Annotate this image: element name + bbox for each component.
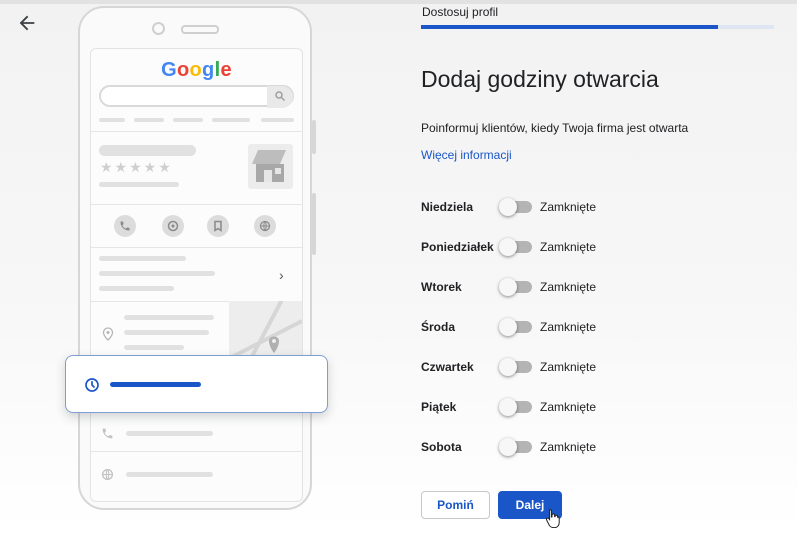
toggle-knob: [499, 238, 517, 256]
progress-fill: [421, 25, 718, 29]
placeholder-bar: [261, 118, 294, 122]
placeholder-bar: [173, 118, 203, 122]
placeholder-bar: [126, 472, 213, 477]
day-open-toggle[interactable]: [499, 238, 532, 256]
toggle-knob: [499, 278, 517, 296]
placeholder-bar: [99, 286, 174, 291]
progress-bar: [421, 25, 774, 29]
phone-camera: [152, 22, 165, 35]
placeholder-bar: [99, 118, 125, 122]
day-open-toggle[interactable]: [499, 358, 532, 376]
step-label: Dostosuj profil: [422, 5, 499, 19]
illustration-search-box: [99, 85, 294, 108]
back-arrow-icon[interactable]: [16, 12, 38, 34]
phone-icon: [114, 215, 136, 237]
skip-button[interactable]: Pomiń: [421, 491, 490, 519]
placeholder-bar: [99, 182, 179, 187]
day-row: Poniedziałek Zamknięte: [421, 236, 661, 258]
day-name: Piątek: [421, 400, 457, 414]
placeholder-bar: [99, 271, 215, 276]
placeholder-bar: [124, 345, 184, 350]
day-open-toggle[interactable]: [499, 318, 532, 336]
day-state: Zamknięte: [540, 360, 597, 374]
bookmark-icon: [207, 215, 229, 237]
placeholder-bar: [134, 118, 164, 122]
placeholder-bar: [124, 315, 214, 320]
search-icon: [275, 91, 286, 102]
hand-cursor-icon: [546, 509, 560, 528]
chevron-right-icon: ›: [279, 267, 284, 283]
day-state: Zamknięte: [540, 200, 597, 214]
phone-button: [312, 120, 316, 154]
day-open-toggle[interactable]: [499, 278, 532, 296]
directions-icon: [162, 215, 184, 237]
day-open-toggle[interactable]: [499, 438, 532, 456]
placeholder-bar: [126, 431, 213, 436]
globe-icon: [101, 468, 114, 481]
day-name: Wtorek: [421, 280, 462, 294]
clock-icon: [85, 378, 99, 392]
hours-placeholder-bar: [110, 382, 201, 387]
day-row: Piątek Zamknięte: [421, 396, 661, 418]
phone-screen: Google ★★★★★ ›: [90, 48, 303, 502]
phone-button: [312, 193, 316, 255]
location-pin-icon: [102, 327, 114, 341]
toggle-knob: [499, 438, 517, 456]
divider: [91, 204, 302, 205]
placeholder-bar: [212, 118, 250, 122]
opening-hours-card: [65, 355, 328, 413]
page-subtitle: Poinformuj klientów, kiedy Twoja firma j…: [421, 121, 689, 135]
divider: [91, 451, 302, 452]
day-state: Zamknięte: [540, 440, 597, 454]
day-open-toggle[interactable]: [499, 398, 532, 416]
day-state: Zamknięte: [540, 400, 597, 414]
phone-speaker: [181, 25, 219, 34]
toggle-knob: [499, 318, 517, 336]
day-row: Niedziela Zamknięte: [421, 196, 661, 218]
storefront-icon: [248, 144, 293, 189]
day-state: Zamknięte: [540, 280, 597, 294]
toggle-knob: [499, 358, 517, 376]
placeholder-title-bar: [99, 145, 196, 156]
day-row: Wtorek Zamknięte: [421, 276, 661, 298]
toggle-knob: [499, 198, 517, 216]
phone-illustration: Google ★★★★★ ›: [78, 6, 316, 510]
day-row: Czwartek Zamknięte: [421, 356, 661, 378]
day-open-toggle[interactable]: [499, 198, 532, 216]
placeholder-bar: [124, 330, 209, 335]
divider: [91, 131, 302, 132]
day-name: Czwartek: [421, 360, 474, 374]
phone-icon: [102, 428, 113, 439]
toggle-knob: [499, 398, 517, 416]
rating-stars: ★★★★★: [100, 159, 173, 175]
illustration-search-button: [267, 86, 293, 108]
placeholder-bar: [99, 256, 186, 261]
google-logo: Google: [161, 59, 232, 81]
day-state: Zamknięte: [540, 240, 597, 254]
more-info-link[interactable]: Więcej informacji: [421, 148, 512, 162]
day-name: Sobota: [421, 440, 462, 454]
divider: [91, 247, 302, 248]
page-title: Dodaj godziny otwarcia: [421, 66, 659, 92]
top-divider: [0, 0, 797, 4]
globe-icon: [254, 215, 276, 237]
day-name: Poniedziałek: [421, 240, 494, 254]
day-row: Sobota Zamknięte: [421, 436, 661, 458]
day-name: Środa: [421, 320, 456, 334]
day-row: Środa Zamknięte: [421, 316, 661, 338]
day-state: Zamknięte: [540, 320, 597, 334]
day-name: Niedziela: [421, 200, 474, 214]
